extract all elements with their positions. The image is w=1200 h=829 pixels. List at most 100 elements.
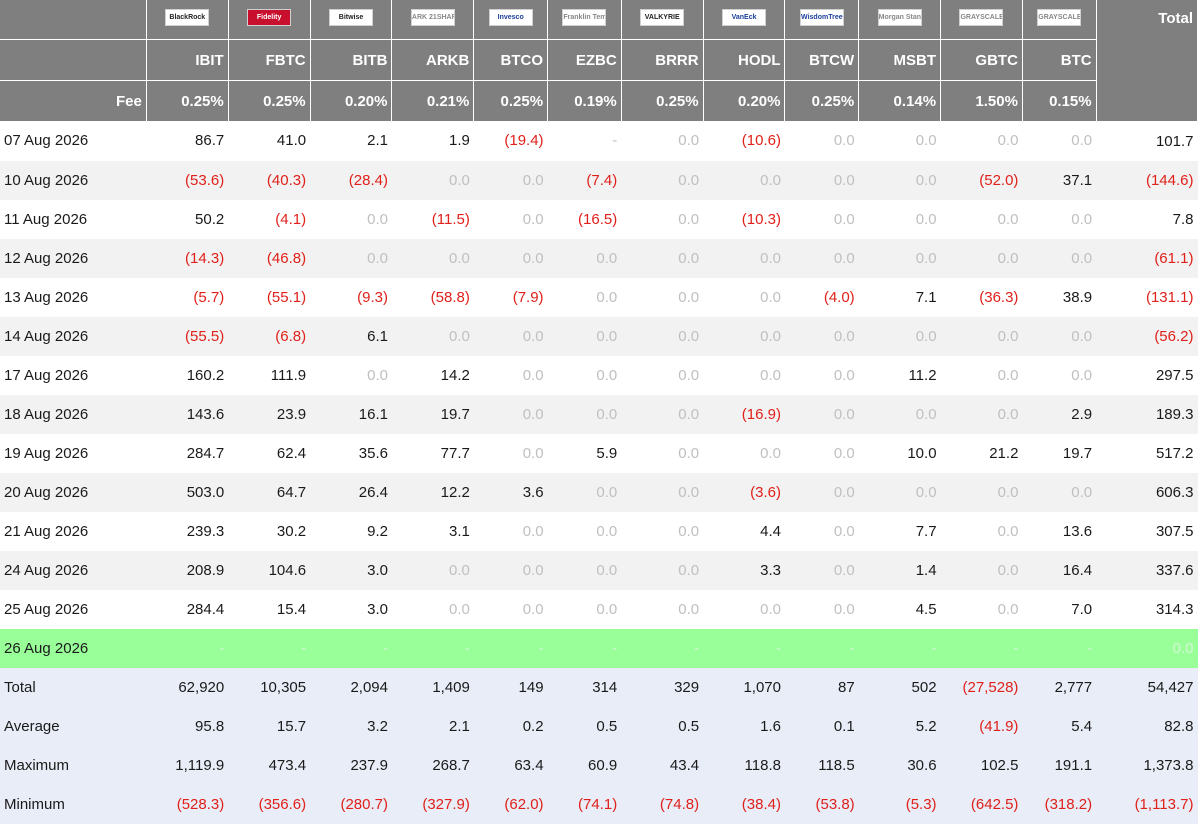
flow-cell-arkb: 0.0 (391, 589, 474, 629)
summary-cell-btc: 2,777 (1022, 667, 1097, 707)
flow-cell-msbt: 0.0 (858, 316, 941, 356)
summary-label: Total (0, 667, 147, 707)
flow-cell-btco: 0.0 (473, 238, 548, 278)
summary-cell-btc: 5.4 (1022, 706, 1097, 746)
flow-cell-bitb: 0.0 (310, 199, 392, 239)
flow-cell-ezbc: 0.0 (547, 511, 622, 551)
invesco-logo: Invesco (488, 9, 533, 26)
logo-cell: Invesco (473, 0, 549, 40)
flow-cell-gbtc: 0.0 (940, 511, 1023, 551)
flow-cell-btco: 0.0 (473, 394, 548, 434)
flow-cell-brrr: 0.0 (621, 472, 704, 512)
flow-cell-msbt: 1.4 (858, 550, 941, 590)
flow-cell-btcw: 0.0 (784, 472, 859, 512)
row-total: 337.6 (1096, 550, 1198, 590)
row-date: 11 Aug 2026 (0, 199, 147, 239)
daily-flows-body: 07 Aug 2026 86.7 41.0 2.1 1.9 (19.4) -0.0 (10.6… (0, 121, 1198, 668)
table-row-current: 26 Aug 2026- - - - - - - - - - - -0.0 (0, 628, 1198, 668)
flow-cell-ezbc: 0.0 (547, 316, 622, 356)
summary-cell-ezbc: 60.9 (547, 745, 622, 785)
flow-cell-ezbc: 0.0 (547, 277, 622, 317)
table-row: 10 Aug 2026 (53.6) (40.3) (28.4) 0.0 0.0 (7.4)… (0, 160, 1198, 200)
flow-cell-btcw: 0.0 (784, 316, 859, 356)
fee-hodl: 0.20% (703, 80, 786, 121)
logo-cell: VALKYRIE (621, 0, 704, 40)
summary-cell-brrr: 43.4 (621, 745, 704, 785)
flow-cell-msbt: 0.0 (858, 238, 941, 278)
flow-cell-brrr: - (621, 628, 704, 668)
summary-cell-bitb: (280.7) (310, 784, 392, 824)
flow-cell-bitb: 2.1 (310, 121, 392, 161)
flow-cell-fbtc: 30.2 (228, 511, 311, 551)
flow-cell-fbtc: (6.8) (228, 316, 311, 356)
flow-cell-msbt: 0.0 (858, 472, 941, 512)
flow-cell-bitb: 16.1 (310, 394, 392, 434)
flow-cell-arkb: 0.0 (391, 316, 474, 356)
morgan-stanley-logo: Morgan Stanley (877, 9, 922, 26)
flow-cell-ibit: 86.7 (146, 121, 229, 161)
row-date: 14 Aug 2026 (0, 316, 147, 356)
ticker-btcw: BTCW (784, 39, 860, 81)
summary-cell-brrr: (74.8) (621, 784, 704, 824)
summary-cell-ibit: (528.3) (146, 784, 229, 824)
flow-cell-btco: 0.0 (473, 589, 548, 629)
flow-cell-ibit: (5.7) (146, 277, 229, 317)
flow-cell-ezbc: 0.0 (547, 550, 622, 590)
summary-cell-hodl: (38.4) (703, 784, 785, 824)
flow-cell-gbtc: 0.0 (940, 238, 1023, 278)
flow-cell-gbtc: 0.0 (940, 199, 1023, 239)
flow-cell-btc: 16.4 (1022, 550, 1097, 590)
flow-cell-bitb: 3.0 (310, 550, 392, 590)
flow-cell-fbtc: (46.8) (228, 238, 311, 278)
row-total: 517.2 (1096, 433, 1198, 473)
flow-cell-btcw: 0.0 (784, 550, 859, 590)
table-row: 24 Aug 2026 208.9 104.6 3.0 0.0 0.0 0.0 0.0 3.3 0… (0, 550, 1198, 590)
flow-cell-msbt: 0.0 (858, 394, 941, 434)
summary-total: 82.8 (1096, 706, 1198, 746)
flow-cell-btcw: 0.0 (784, 121, 859, 161)
flow-cell-msbt: 10.0 (858, 433, 941, 473)
summary-cell-btco: (62.0) (473, 784, 548, 824)
flow-cell-ezbc: - (547, 121, 622, 161)
fee-msbt: 0.14% (858, 80, 942, 121)
flow-cell-gbtc: 0.0 (940, 355, 1023, 395)
logo-cell: BlackRock (146, 0, 229, 40)
table-row: 19 Aug 2026 284.7 62.4 35.6 77.7 0.0 5.9 0.0 0.0… (0, 433, 1198, 473)
summary-cell-msbt: 30.6 (858, 745, 941, 785)
table-row: 13 Aug 2026 (5.7) (55.1) (9.3) (58.8) (7.9) 0.… (0, 277, 1198, 317)
ticker-msbt: MSBT (858, 39, 942, 81)
ticker-arkb: ARKB (391, 39, 475, 81)
flow-cell-hodl: 0.0 (703, 355, 785, 395)
table-row: 21 Aug 2026 239.3 30.2 9.2 3.1 0.0 0.0 0.0 4.4 0.… (0, 511, 1198, 551)
fee-row: Fee 0.25% 0.25% 0.20% 0.21% 0.25% 0.19% 0.25% 0… (0, 80, 1198, 121)
grayscale-btc-logo: GRAYSCALE (1037, 9, 1082, 26)
fidelity-logo: Fidelity (247, 9, 292, 26)
row-total: 606.3 (1096, 472, 1198, 512)
flow-cell-gbtc: 0.0 (940, 316, 1023, 356)
logo-cell: WisdomTree (784, 0, 860, 40)
flow-cell-btc: 13.6 (1022, 511, 1097, 551)
logo-cell: VanEck (703, 0, 786, 40)
flow-cell-fbtc: (4.1) (228, 199, 311, 239)
flow-cell-btco: 0.0 (473, 316, 548, 356)
summary-cell-btc: (318.2) (1022, 784, 1097, 824)
flow-cell-brrr: 0.0 (621, 394, 704, 434)
fee-ezbc: 0.19% (547, 80, 622, 121)
summary-cell-hodl: 118.8 (703, 745, 785, 785)
summary-cell-btcw: 0.1 (784, 706, 859, 746)
summary-cell-msbt: 502 (858, 667, 941, 707)
flow-cell-brrr: 0.0 (621, 199, 704, 239)
ticker-ezbc: EZBC (547, 39, 622, 81)
summary-cell-ibit: 1,119.9 (146, 745, 229, 785)
ark-21shares-logo: ARK 21SHARES (410, 9, 455, 26)
total-column-header: Total (1096, 0, 1199, 122)
flow-cell-brrr: 0.0 (621, 355, 704, 395)
bitwise-logo: Bitwise (329, 9, 374, 26)
flow-cell-btco: 0.0 (473, 433, 548, 473)
fee-btcw: 0.25% (784, 80, 860, 121)
flow-cell-fbtc: 111.9 (228, 355, 311, 395)
flow-cell-btc: 7.0 (1022, 589, 1097, 629)
flow-cell-btc: 0.0 (1022, 316, 1097, 356)
flow-cell-fbtc: (40.3) (228, 160, 311, 200)
summary-cell-ezbc: (74.1) (547, 784, 622, 824)
